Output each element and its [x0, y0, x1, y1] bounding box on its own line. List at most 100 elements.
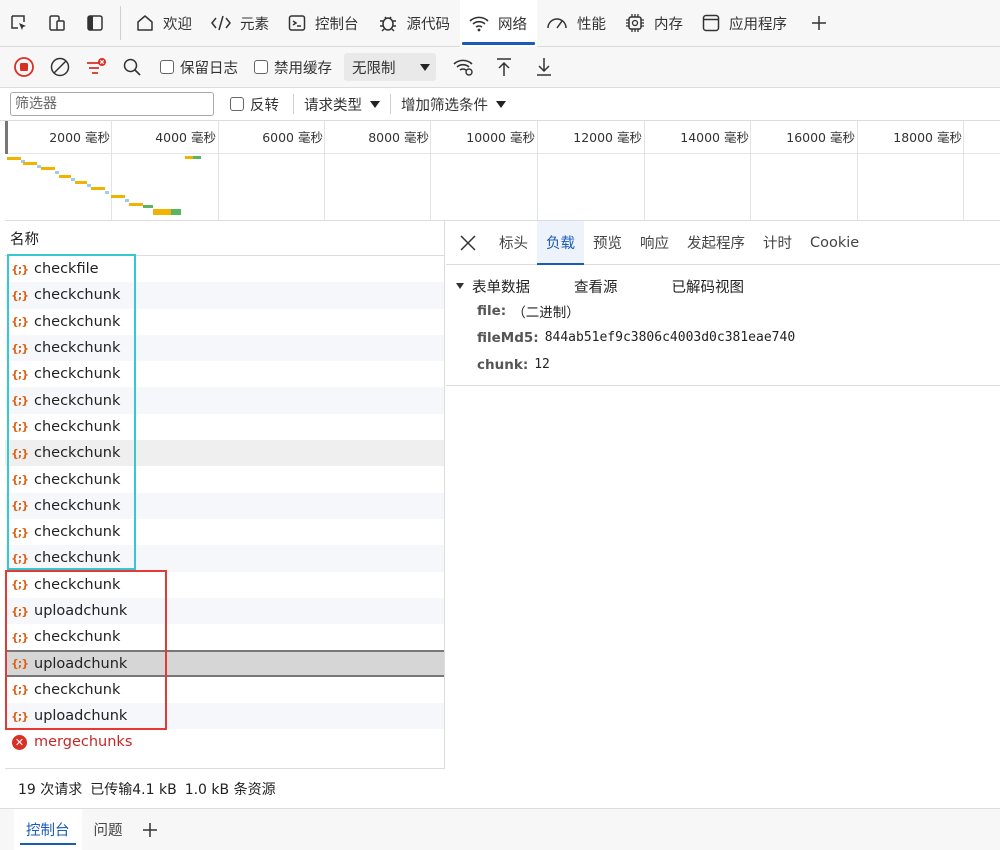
bug-icon — [379, 16, 396, 32]
fetch-icon: {;} — [10, 473, 29, 487]
waterfall-segment — [55, 171, 59, 174]
timeline-left-handle[interactable] — [5, 121, 8, 154]
detail-tab[interactable]: 标头 — [490, 221, 537, 265]
waterfall-segment — [193, 156, 201, 159]
filter-toggle-button[interactable] — [78, 49, 114, 85]
record-button[interactable] — [6, 49, 42, 85]
request-row[interactable]: {;} checkchunk — [5, 309, 444, 335]
timeline-tick-label: 18000 毫秒 — [893, 130, 962, 145]
request-row[interactable]: {;} checkchunk — [5, 519, 444, 545]
detail-tab[interactable]: 发起程序 — [678, 221, 754, 265]
field-key: chunk: — [477, 356, 529, 373]
chevron-down-icon — [496, 100, 506, 108]
checkbox-box[interactable] — [254, 60, 268, 74]
tab-memory[interactable]: 内存 — [616, 0, 693, 47]
drawer-tab-issues[interactable]: 问题 — [82, 809, 135, 850]
filter-bar: 反转 请求类型 增加筛选条件 — [0, 88, 1000, 121]
request-row[interactable]: {;} checkchunk — [5, 387, 444, 414]
tab-label: 源代码 — [406, 16, 451, 33]
fetch-icon: {;} — [10, 709, 29, 723]
inspect-element-button[interactable] — [0, 0, 38, 47]
request-row[interactable]: {;} checkchunk — [5, 624, 444, 650]
request-row[interactable]: {;} checkchunk — [5, 440, 444, 467]
request-row[interactable]: {;} uploadchunk — [5, 650, 444, 677]
request-name: checkchunk — [34, 366, 121, 383]
view-decoded-link[interactable]: 已解码视图 — [672, 276, 745, 297]
request-row[interactable]: {;} checkchunk — [5, 466, 444, 492]
home-icon — [137, 15, 153, 31]
request-name: mergechunks — [34, 734, 133, 751]
import-har-button[interactable] — [486, 49, 522, 85]
invert-checkbox[interactable]: 反转 — [230, 94, 279, 115]
code-icon — [211, 15, 231, 31]
network-toolbar: 保留日志 禁用缓存 无限制 — [0, 47, 1000, 88]
filter-icon — [87, 58, 106, 74]
clear-button[interactable] — [42, 49, 78, 85]
checkbox-box[interactable] — [160, 60, 174, 74]
fetch-icon: {;} — [10, 604, 29, 618]
disable-cache-checkbox[interactable]: 禁用缓存 — [254, 57, 332, 78]
name-column-header[interactable]: 名称 — [5, 221, 444, 256]
detail-tab[interactable]: 预览 — [584, 221, 631, 265]
detail-tab[interactable]: 计时 — [754, 221, 801, 265]
tab-welcome[interactable]: 欢迎 — [127, 0, 202, 47]
filter-input[interactable] — [10, 92, 214, 116]
detail-tab[interactable]: 响应 — [631, 221, 678, 265]
preserve-log-checkbox[interactable]: 保留日志 — [160, 57, 238, 78]
toggle-sidebar-button[interactable] — [76, 0, 114, 47]
request-row[interactable]: {;} uploadchunk — [5, 703, 444, 730]
request-type-dropdown[interactable]: 请求类型 — [304, 94, 380, 115]
tab-application[interactable]: 应用程序 — [693, 0, 797, 47]
checkbox-box[interactable] — [230, 97, 244, 111]
close-detail-button[interactable] — [454, 221, 482, 265]
request-row[interactable]: ✕ mergechunks — [5, 729, 444, 755]
search-button[interactable] — [114, 49, 150, 85]
request-name: checkchunk — [34, 445, 121, 462]
field-value: （二进制） — [512, 304, 580, 321]
tab-console[interactable]: 控制台 — [279, 0, 369, 47]
form-data-section-header[interactable]: 表单数据 查看源 已解码视图 — [456, 275, 1000, 297]
timeline-tick-label: 12000 毫秒 — [573, 130, 642, 145]
form-field-file: file: （二进制） — [477, 297, 1000, 324]
detail-tab[interactable]: 负载 — [537, 220, 584, 265]
request-row[interactable]: {;} checkchunk — [5, 545, 444, 572]
request-name: checkchunk — [34, 471, 121, 488]
request-list: 名称 {;} checkfile {;} checkchunk {;} checkchun… — [5, 221, 445, 808]
timeline-gridline — [644, 121, 645, 220]
drawer-tab-console[interactable]: 控制台 — [14, 808, 82, 850]
request-row[interactable]: {;} uploadchunk — [5, 597, 444, 625]
request-row[interactable]: {;} checkfile — [5, 256, 444, 282]
throttling-value: 无限制 — [352, 60, 396, 77]
network-conditions-button[interactable] — [446, 49, 482, 85]
device-emulation-button[interactable] — [38, 0, 76, 47]
detail-tab-label: 负载 — [546, 236, 575, 252]
throttling-select[interactable]: 无限制 — [344, 53, 436, 81]
request-row[interactable]: {;} checkchunk — [5, 414, 444, 440]
chip-icon — [626, 14, 644, 32]
request-row[interactable]: {;} checkchunk — [5, 334, 444, 362]
request-row[interactable]: {;} checkchunk — [5, 282, 444, 309]
request-row[interactable]: {;} checkchunk — [5, 492, 444, 519]
view-source-link[interactable]: 查看源 — [574, 276, 618, 297]
timeline-overview[interactable]: 2000 毫秒 4000 毫秒 6000 毫秒 8000 毫秒 10000 毫秒… — [5, 121, 1000, 221]
request-row[interactable]: {;} checkchunk — [5, 361, 444, 387]
field-value: 844ab51ef9c3806c4003d0c381eae740 — [544, 330, 796, 345]
request-row[interactable]: {;} checkchunk — [5, 572, 444, 598]
add-drawer-tab-button[interactable] — [135, 809, 165, 850]
tab-performance[interactable]: 性能 — [537, 0, 616, 47]
more-filters-dropdown[interactable]: 增加筛选条件 — [401, 94, 506, 115]
timeline-gridline — [537, 121, 538, 220]
waterfall-segment — [41, 167, 55, 170]
export-har-button[interactable] — [526, 49, 562, 85]
tab-elements[interactable]: 元素 — [202, 0, 279, 47]
tab-sources[interactable]: 源代码 — [369, 0, 461, 47]
more-tools-button[interactable] — [797, 0, 841, 47]
request-row[interactable]: {;} checkchunk — [5, 677, 444, 703]
dropdown-label: 增加筛选条件 — [401, 97, 488, 114]
detail-tab[interactable]: Cookie — [801, 221, 868, 265]
tab-label: 元素 — [240, 16, 269, 33]
form-field-chunk: chunk: 12 — [477, 351, 1000, 378]
tab-label: 控制台 — [315, 16, 359, 33]
request-name: uploadchunk — [34, 655, 128, 672]
tab-network[interactable]: 网络 — [460, 0, 537, 47]
